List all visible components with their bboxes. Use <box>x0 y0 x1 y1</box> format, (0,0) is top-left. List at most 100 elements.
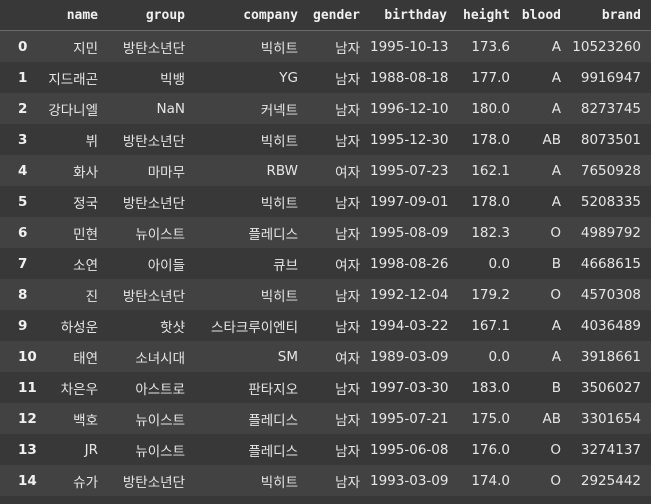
cell-brand: 4036489 <box>580 317 641 334</box>
cell-name: 슈가 <box>73 474 98 491</box>
cell-group: 방탄소년단 <box>122 288 185 305</box>
cell-height: 167.1 <box>471 317 510 334</box>
cell-height: 177.0 <box>471 69 510 86</box>
dataframe-table: name group company gender birthday height bloo… <box>0 0 651 496</box>
cell-name: 백호 <box>73 412 98 429</box>
cell-group: 뉴이스트 <box>135 226 185 243</box>
row-index: 9 <box>18 317 28 334</box>
cell-brand: 8073501 <box>580 131 641 148</box>
cell-brand: 4989792 <box>580 224 641 241</box>
table-row: 6 민현 뉴이스트 플레디스 남자 1995-08-09 182.3 O 4989792 <box>0 217 651 248</box>
table-row: 13 JR 뉴이스트 플레디스 남자 1995-06-08 176.0 O 3274137 <box>0 434 651 465</box>
cell-blood: O <box>550 224 561 241</box>
cell-company: 커넥트 <box>260 102 298 119</box>
cell-height: 174.0 <box>471 472 510 489</box>
column-header-company: company <box>195 0 308 31</box>
cell-gender: 남자 <box>335 71 360 88</box>
column-header-gender: gender <box>308 0 370 31</box>
cell-company: 플레디스 <box>248 226 298 243</box>
cell-blood: A <box>551 162 561 179</box>
cell-blood: O <box>550 441 561 458</box>
row-index: 1 <box>18 69 28 86</box>
cell-group: 아스트로 <box>135 381 185 398</box>
table-header: name group company gender birthday height bloo… <box>0 0 651 31</box>
cell-group: 소녀시대 <box>135 350 185 367</box>
table-row: 0 지민 방탄소년단 빅히트 남자 1995-10-13 173.6 A 10523260 <box>0 30 651 62</box>
cell-gender: 남자 <box>335 412 360 429</box>
cell-name: 민현 <box>73 226 98 243</box>
cell-group: 빅뱅 <box>160 71 185 88</box>
cell-company: 빅히트 <box>260 474 298 491</box>
column-header-blood: blood <box>520 0 571 31</box>
column-header-group: group <box>108 0 195 31</box>
cell-name: 진 <box>85 288 98 305</box>
cell-height: 0.0 <box>488 255 510 272</box>
cell-birthday: 1996-12-10 <box>370 100 449 117</box>
cell-blood: B <box>551 379 561 396</box>
cell-group: 핫샷 <box>160 319 185 336</box>
cell-company: 플레디스 <box>248 412 298 429</box>
cell-brand: 3506027 <box>580 379 641 396</box>
row-index: 5 <box>18 193 28 210</box>
table-row: 7 소연 아이들 큐브 여자 1998-08-26 0.0 B 4668615 <box>0 248 651 279</box>
cell-name: 소연 <box>73 257 98 274</box>
cell-company: 빅히트 <box>260 195 298 212</box>
dataframe-output: name group company gender birthday height bloo… <box>0 0 651 504</box>
cell-name: 화사 <box>73 164 98 181</box>
cell-height: 180.0 <box>471 100 510 117</box>
cell-brand: 4570308 <box>580 286 641 303</box>
cell-blood: A <box>551 193 561 210</box>
cell-group: 마마무 <box>147 164 185 181</box>
cell-height: 179.2 <box>471 286 510 303</box>
cell-height: 176.0 <box>471 441 510 458</box>
cell-brand: 3274137 <box>580 441 641 458</box>
cell-name: 지민 <box>73 40 98 57</box>
row-index: 13 <box>18 441 37 458</box>
cell-group: 방탄소년단 <box>122 40 185 57</box>
cell-brand: 7650928 <box>580 162 641 179</box>
index-header <box>0 0 48 31</box>
cell-blood: O <box>550 472 561 489</box>
cell-group: 뉴이스트 <box>135 443 185 460</box>
cell-brand: 3918661 <box>580 348 641 365</box>
cell-height: 0.0 <box>488 348 510 365</box>
cell-blood: AB <box>542 410 562 427</box>
row-index: 4 <box>18 162 28 179</box>
cell-name: 지드래곤 <box>48 71 98 88</box>
cell-birthday: 1995-07-21 <box>370 410 449 427</box>
cell-gender: 남자 <box>335 195 360 212</box>
column-header-height: height <box>457 0 520 31</box>
row-index: 2 <box>18 100 28 117</box>
cell-company: 빅히트 <box>260 40 298 57</box>
cell-name: 하성운 <box>60 319 98 336</box>
table-row: 12 백호 뉴이스트 플레디스 남자 1995-07-21 175.0 AB 3301654 <box>0 403 651 434</box>
cell-company: YG <box>279 69 298 86</box>
cell-group: 아이들 <box>147 257 185 274</box>
cell-gender: 남자 <box>335 288 360 305</box>
cell-company: SM <box>277 348 298 365</box>
cell-company: 빅히트 <box>260 133 298 150</box>
cell-name: 정국 <box>73 195 98 212</box>
cell-name: 뷔 <box>85 133 98 150</box>
cell-birthday: 1995-06-08 <box>370 441 449 458</box>
cell-height: 178.0 <box>471 131 510 148</box>
cell-blood: A <box>551 317 561 334</box>
cell-brand: 2925442 <box>580 472 641 489</box>
table-row: 5 정국 방탄소년단 빅히트 남자 1997-09-01 178.0 A 5208335 <box>0 186 651 217</box>
cell-birthday: 1992-12-04 <box>370 286 449 303</box>
table-body: 0 지민 방탄소년단 빅히트 남자 1995-10-13 173.6 A 10523260 1 지드… <box>0 30 651 496</box>
cell-company: 플레디스 <box>248 443 298 460</box>
cell-group: 방탄소년단 <box>122 474 185 491</box>
cell-gender: 남자 <box>335 226 360 243</box>
cell-height: 183.0 <box>471 379 510 396</box>
cell-height: 173.6 <box>471 38 510 55</box>
cell-height: 178.0 <box>471 193 510 210</box>
cell-birthday: 1994-03-22 <box>370 317 449 334</box>
cell-blood: O <box>550 286 561 303</box>
column-header-birthday: birthday <box>370 0 457 31</box>
row-index: 14 <box>18 472 37 489</box>
cell-blood: A <box>551 348 561 365</box>
cell-birthday: 1995-10-13 <box>370 38 449 55</box>
cell-brand: 10523260 <box>572 38 641 55</box>
table-row: 10 태연 소녀시대 SM 여자 1989-03-09 0.0 A 3918661 <box>0 341 651 372</box>
